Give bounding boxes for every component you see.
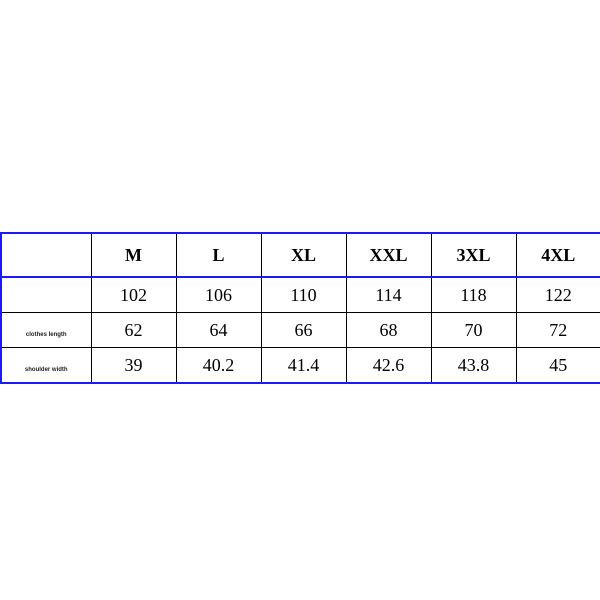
cell: 106 xyxy=(176,277,261,313)
table-row: 102 106 110 114 118 122 xyxy=(1,277,600,313)
cell: 40.2 xyxy=(176,348,261,384)
size-table: M L XL XXL 3XL 4XL 102 106 110 114 118 1… xyxy=(0,232,600,384)
cell: 45 xyxy=(516,348,600,384)
row-label xyxy=(1,277,91,313)
cell: 41.4 xyxy=(261,348,346,384)
cell: 68 xyxy=(346,313,431,348)
cell: 110 xyxy=(261,277,346,313)
cell: 102 xyxy=(91,277,176,313)
row-label: shoulder width xyxy=(1,348,91,384)
cell: 122 xyxy=(516,277,600,313)
cell: 72 xyxy=(516,313,600,348)
cell: 42.6 xyxy=(346,348,431,384)
header-size: XXL xyxy=(346,233,431,277)
row-label: clothes length xyxy=(1,313,91,348)
row-label-text: shoulder width xyxy=(25,367,68,373)
cell: 118 xyxy=(431,277,516,313)
header-size: 4XL xyxy=(516,233,600,277)
header-size: L xyxy=(176,233,261,277)
header-blank xyxy=(1,233,91,277)
cell: 62 xyxy=(91,313,176,348)
header-size: M xyxy=(91,233,176,277)
cell: 70 xyxy=(431,313,516,348)
header-size: 3XL xyxy=(431,233,516,277)
cell: 66 xyxy=(261,313,346,348)
table-row: shoulder width 39 40.2 41.4 42.6 43.8 45 xyxy=(1,348,600,384)
cell: 39 xyxy=(91,348,176,384)
cell: 114 xyxy=(346,277,431,313)
table-header-row: M L XL XXL 3XL 4XL xyxy=(1,233,600,277)
cell: 64 xyxy=(176,313,261,348)
header-size: XL xyxy=(261,233,346,277)
page: M L XL XXL 3XL 4XL 102 106 110 114 118 1… xyxy=(0,0,600,600)
cell: 43.8 xyxy=(431,348,516,384)
table-row: clothes length 62 64 66 68 70 72 xyxy=(1,313,600,348)
row-label-text: clothes length xyxy=(26,332,67,338)
